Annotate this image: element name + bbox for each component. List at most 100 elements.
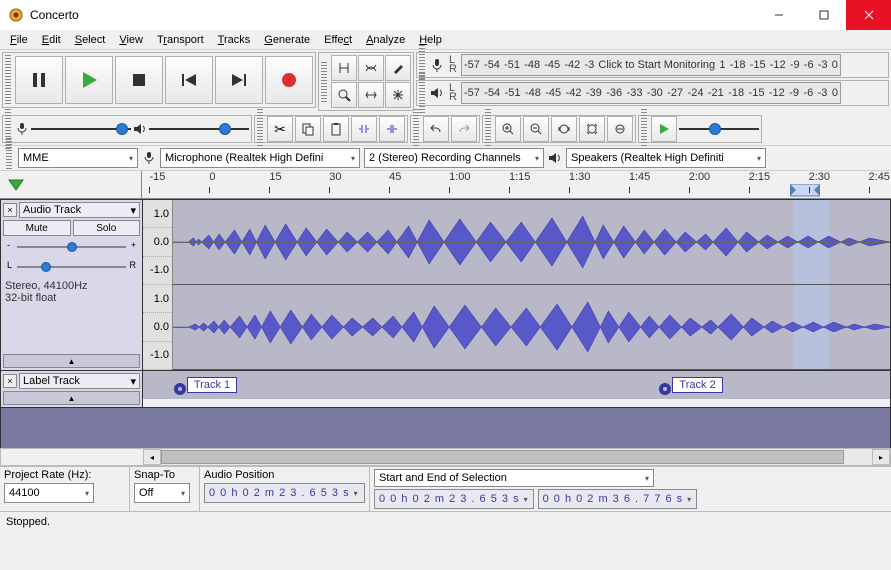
menubar: File Edit Select View Transport Tracks G… bbox=[0, 30, 891, 50]
copy-button[interactable] bbox=[295, 116, 321, 142]
undo-toolbar bbox=[410, 115, 480, 143]
cut-button[interactable]: ✂ bbox=[267, 116, 293, 142]
trim-button[interactable] bbox=[351, 116, 377, 142]
label-text[interactable]: Track 1 bbox=[187, 377, 237, 393]
menu-tracks[interactable]: Tracks bbox=[212, 32, 257, 48]
record-button[interactable] bbox=[265, 56, 313, 104]
play-at-speed-button[interactable] bbox=[651, 116, 677, 142]
recording-meter-bar[interactable]: -57-54-51-48-45-42-3 Click to Start Moni… bbox=[461, 54, 841, 76]
zoom-toggle-button[interactable] bbox=[607, 116, 633, 142]
skip-end-button[interactable] bbox=[215, 56, 263, 104]
toolbar-grip[interactable] bbox=[419, 73, 425, 113]
fit-project-button[interactable] bbox=[579, 116, 605, 142]
ruler-tick: 1:30 bbox=[569, 171, 590, 183]
scroll-right-button[interactable]: ▸ bbox=[872, 449, 890, 465]
stop-button[interactable] bbox=[115, 56, 163, 104]
label-text[interactable]: Track 2 bbox=[672, 377, 722, 393]
recording-channels-combo[interactable]: 2 (Stereo) Recording Channels▾ bbox=[364, 148, 544, 168]
device-toolbar: MME▾ Microphone (Realtek High Defini▾ 2 … bbox=[0, 145, 891, 171]
undo-button[interactable] bbox=[423, 116, 449, 142]
timeshift-tool[interactable] bbox=[358, 82, 384, 108]
snap-to-combo[interactable]: Off▾ bbox=[134, 483, 190, 503]
loop-region-marker[interactable] bbox=[790, 184, 820, 198]
audio-host-combo[interactable]: MME▾ bbox=[18, 148, 138, 168]
selection-tool[interactable] bbox=[331, 55, 357, 81]
recording-device-combo[interactable]: Microphone (Realtek High Defini▾ bbox=[160, 148, 360, 168]
timeline-ruler[interactable]: -1501530451:001:151:301:452:002:152:302:… bbox=[0, 171, 891, 199]
track-collapse-button[interactable]: ▲ bbox=[3, 354, 140, 368]
waveform-area[interactable] bbox=[173, 200, 890, 370]
zoom-in-button[interactable] bbox=[495, 116, 521, 142]
speaker-icon bbox=[429, 85, 445, 101]
label-track-body[interactable]: Track 1 Track 2 bbox=[143, 371, 890, 399]
track-collapse-button[interactable]: ▲ bbox=[3, 391, 140, 405]
meter-lr-label: LR bbox=[447, 56, 459, 74]
toolbar-grip[interactable] bbox=[413, 109, 419, 149]
pause-button[interactable] bbox=[15, 56, 63, 104]
playback-device-combo[interactable]: Speakers (Realtek High Definiti▾ bbox=[566, 148, 766, 168]
tools-toolbar bbox=[318, 52, 414, 111]
selection-start-field[interactable]: 0 0 h 0 2 m 2 3 . 6 5 3 s▾ bbox=[374, 489, 534, 509]
selection-mode-combo[interactable]: Start and End of Selection▾ bbox=[374, 469, 654, 487]
solo-button[interactable]: Solo bbox=[73, 220, 141, 236]
zoom-tool[interactable] bbox=[331, 82, 357, 108]
close-button[interactable] bbox=[846, 0, 891, 30]
ruler-tick: 2:30 bbox=[809, 171, 830, 183]
amplitude-scale: 1.00.0-1.0 bbox=[143, 200, 173, 285]
menu-file[interactable]: File bbox=[4, 32, 34, 48]
menu-select[interactable]: Select bbox=[69, 32, 112, 48]
recording-volume-slider[interactable] bbox=[31, 120, 131, 138]
track-close-button[interactable]: × bbox=[3, 374, 17, 388]
mic-icon bbox=[142, 151, 156, 165]
menu-generate[interactable]: Generate bbox=[258, 32, 316, 48]
track-menu-button[interactable]: Label Track▾ bbox=[19, 373, 140, 389]
toolbar-grip[interactable] bbox=[485, 109, 491, 149]
paste-button[interactable] bbox=[323, 116, 349, 142]
scroll-thumb[interactable] bbox=[161, 450, 844, 464]
mic-icon bbox=[15, 122, 29, 136]
tracks-empty-area[interactable] bbox=[0, 408, 891, 448]
toolbar-grip[interactable] bbox=[5, 55, 11, 105]
maximize-button[interactable] bbox=[801, 0, 846, 30]
playback-speed-slider[interactable] bbox=[679, 120, 759, 138]
gain-slider[interactable]: -+ bbox=[7, 240, 136, 254]
ruler-tick: 0 bbox=[209, 171, 215, 183]
zoom-out-button[interactable] bbox=[523, 116, 549, 142]
track-menu-button[interactable]: Audio Track▾ bbox=[19, 202, 140, 218]
selection-end-field[interactable]: 0 0 h 0 2 m 3 6 . 7 7 6 s▾ bbox=[538, 489, 698, 509]
mixer-toolbar bbox=[2, 115, 252, 143]
audio-position-field[interactable]: 0 0 h 0 2 m 2 3 . 6 5 3 s▾ bbox=[204, 483, 365, 503]
multi-tool[interactable] bbox=[385, 82, 411, 108]
menu-effect[interactable]: Effect bbox=[318, 32, 358, 48]
minimize-button[interactable] bbox=[756, 0, 801, 30]
toolbar-grip[interactable] bbox=[321, 62, 327, 102]
redo-button[interactable] bbox=[451, 116, 477, 142]
pan-slider[interactable]: LR bbox=[7, 260, 136, 274]
play-button[interactable] bbox=[65, 56, 113, 104]
menu-edit[interactable]: Edit bbox=[36, 32, 67, 48]
toolbar-grip[interactable] bbox=[641, 109, 647, 149]
mute-button[interactable]: Mute bbox=[3, 220, 71, 236]
track-close-button[interactable]: × bbox=[3, 203, 17, 217]
ruler-tick: 45 bbox=[389, 171, 401, 183]
track-control-panel: × Label Track▾ ▲ bbox=[1, 371, 143, 407]
project-rate-combo[interactable]: 44100▾ bbox=[4, 483, 94, 503]
toolbar-grip[interactable] bbox=[257, 109, 263, 149]
label-marker[interactable]: Track 1 bbox=[173, 373, 237, 397]
menu-analyze[interactable]: Analyze bbox=[360, 32, 411, 48]
fit-selection-button[interactable] bbox=[551, 116, 577, 142]
playback-meter-bar[interactable]: -57-54-51-48-45-42-39-36-33-30-27-24-21-… bbox=[461, 82, 841, 104]
label-marker[interactable]: Track 2 bbox=[658, 373, 722, 397]
menu-view[interactable]: View bbox=[113, 32, 149, 48]
waveform-right-channel bbox=[173, 285, 890, 370]
scroll-track[interactable] bbox=[161, 449, 872, 465]
track-format-info: Stereo, 44100Hz 32-bit float bbox=[3, 278, 140, 306]
silence-button[interactable] bbox=[379, 116, 405, 142]
scroll-left-button[interactable]: ◂ bbox=[143, 449, 161, 465]
skip-start-button[interactable] bbox=[165, 56, 213, 104]
playback-volume-slider[interactable] bbox=[149, 120, 249, 138]
status-text: Stopped. bbox=[6, 516, 50, 528]
draw-tool[interactable] bbox=[385, 55, 411, 81]
menu-transport[interactable]: Transport bbox=[151, 32, 210, 48]
envelope-tool[interactable] bbox=[358, 55, 384, 81]
